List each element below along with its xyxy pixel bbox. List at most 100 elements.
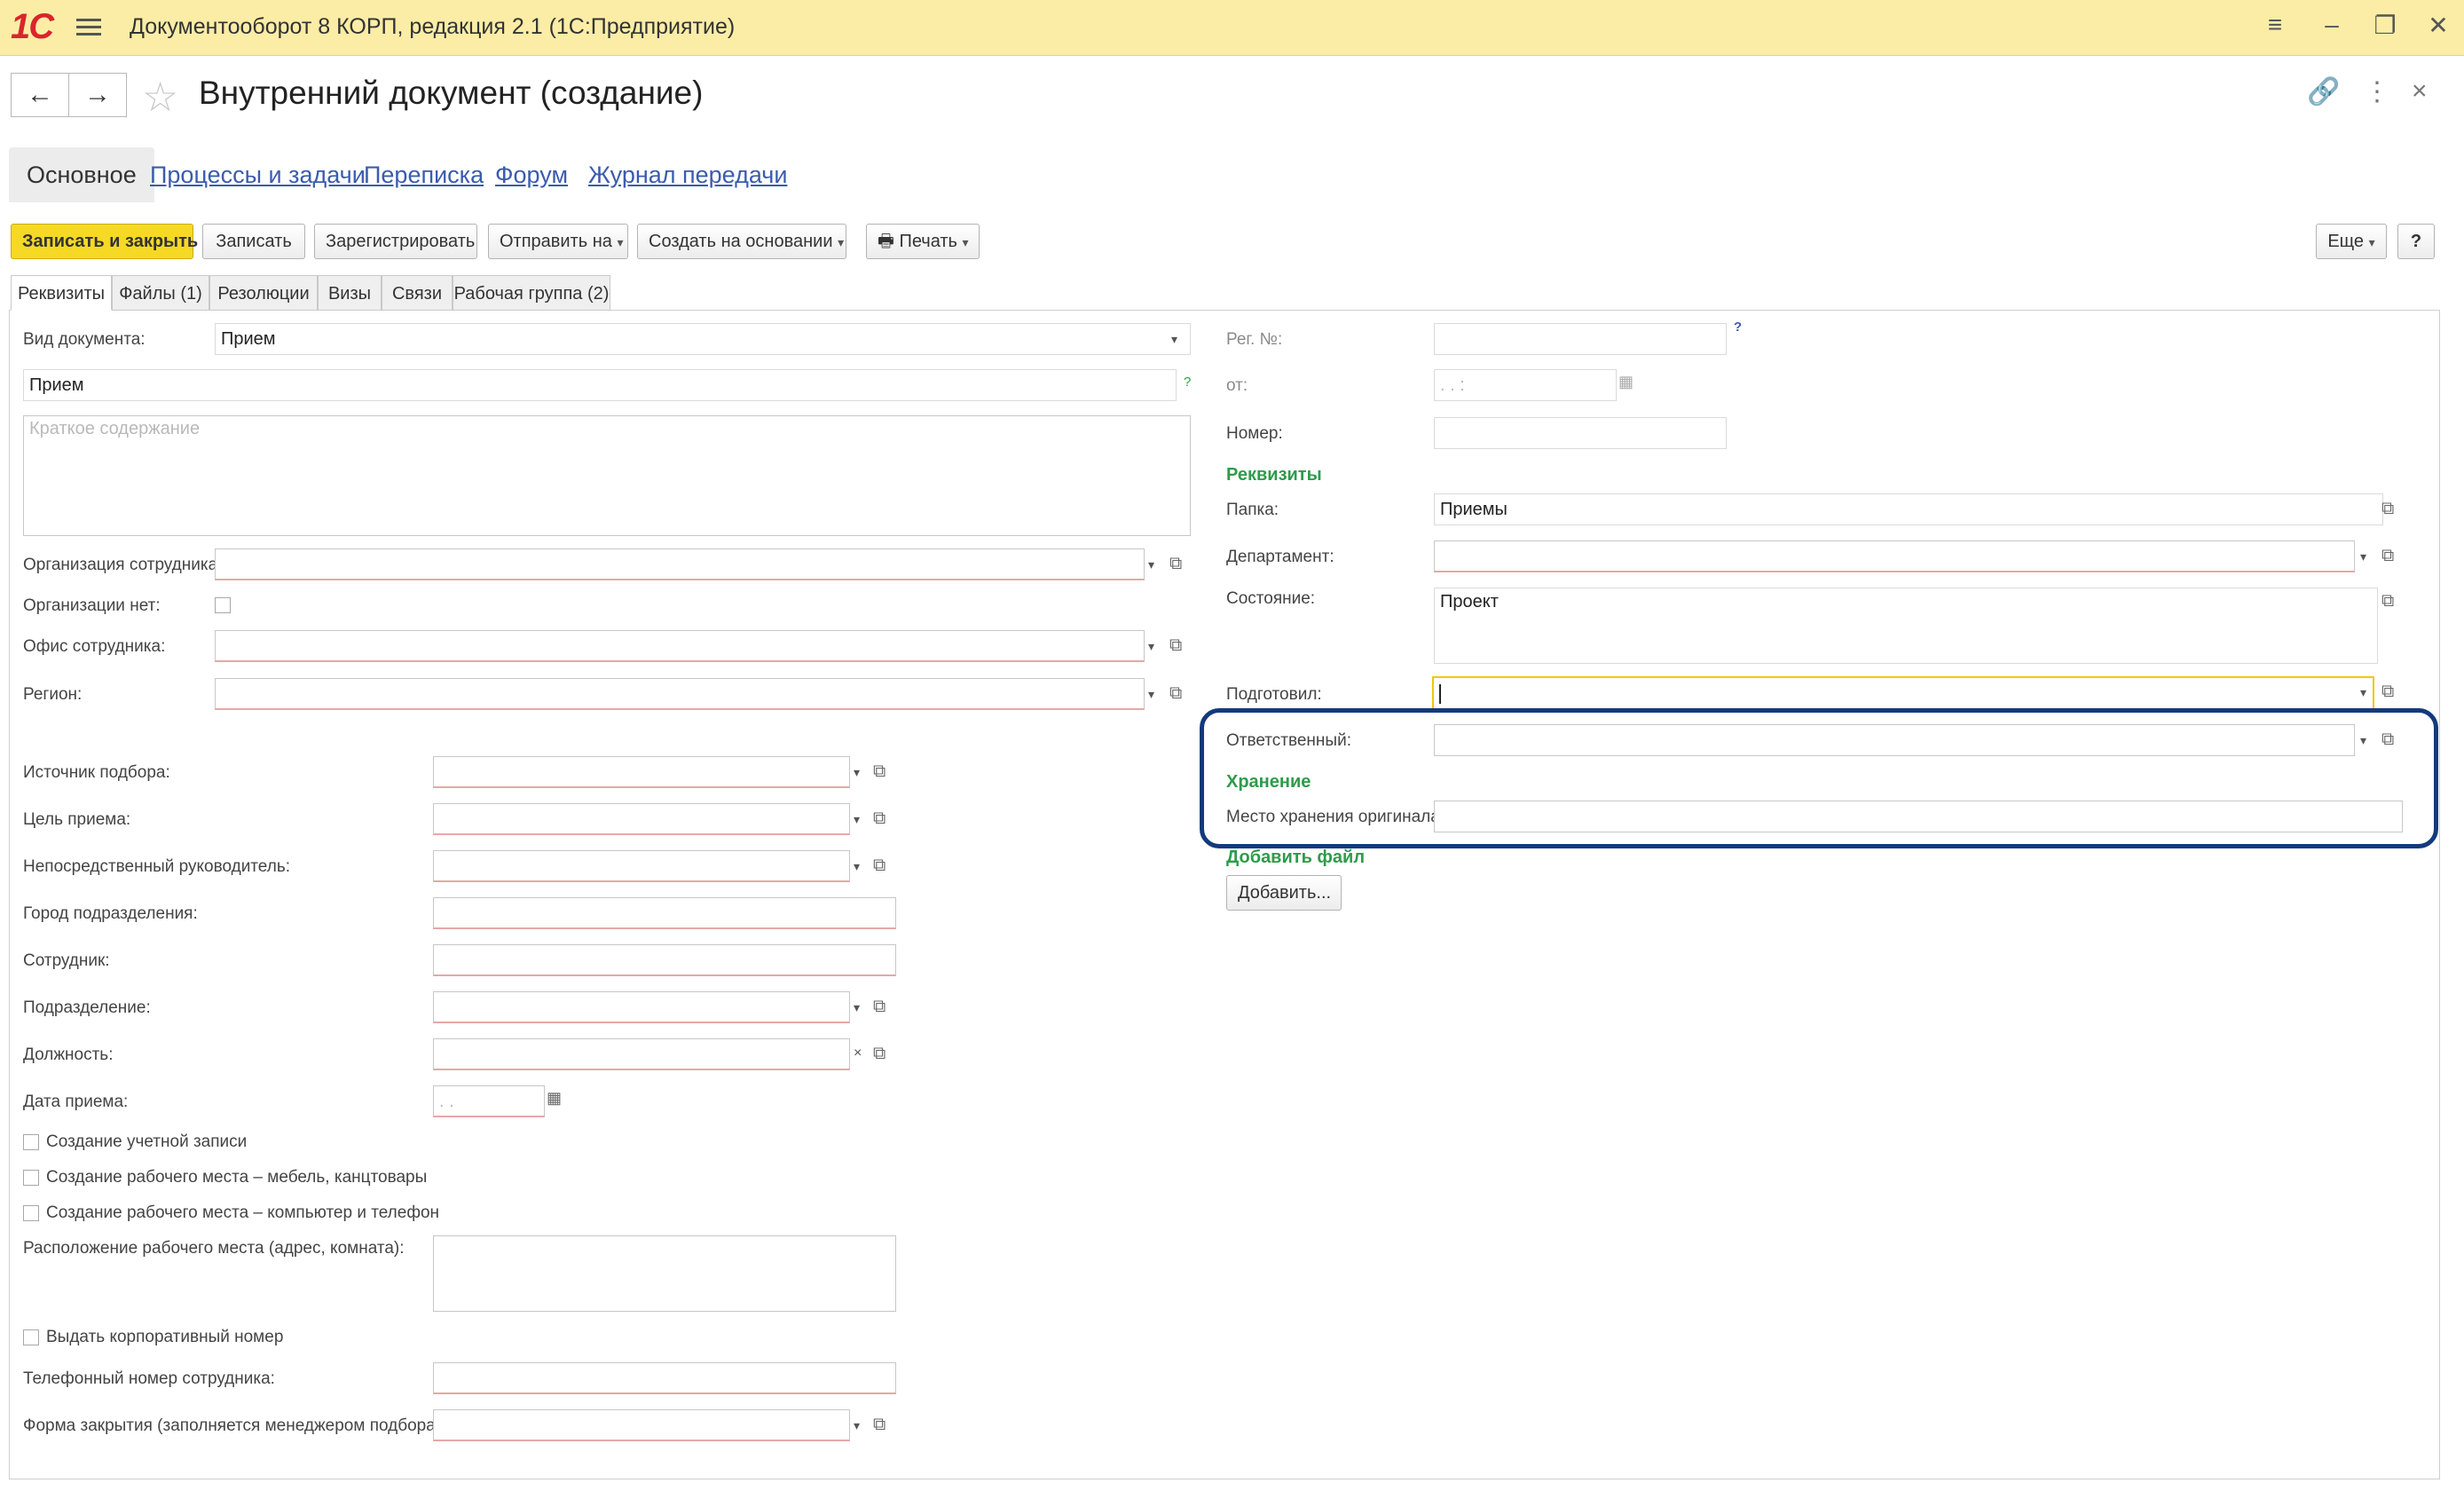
star-icon[interactable]: ☆ — [142, 73, 178, 121]
position-field[interactable] — [433, 1038, 850, 1070]
state-label: Состояние: — [1226, 589, 1316, 608]
subtab-workgroup[interactable]: Рабочая группа (2) — [453, 275, 610, 311]
create-based-button[interactable]: Создать на основании ▾ — [637, 224, 846, 259]
back-button[interactable]: ← — [11, 73, 69, 117]
employee-field[interactable] — [433, 944, 896, 976]
number-field[interactable] — [1434, 417, 1727, 449]
more-button[interactable]: Еще ▾ — [2316, 224, 2387, 259]
tab-forum[interactable]: Форум — [495, 147, 568, 202]
chevron-down-icon[interactable]: ▾ — [1148, 557, 1154, 572]
chevron-down-icon[interactable]: ▾ — [854, 812, 860, 827]
calendar-icon[interactable]: ▦ — [547, 1089, 562, 1108]
open-icon[interactable]: ⧉ — [2381, 682, 2394, 702]
help-mark-icon[interactable]: ? — [1734, 320, 1742, 335]
open-icon[interactable]: ⧉ — [873, 809, 886, 829]
goal-field[interactable] — [433, 803, 850, 835]
workplace-textarea[interactable] — [433, 1235, 896, 1312]
source-field[interactable] — [433, 756, 850, 788]
chevron-down-icon[interactable]: ▾ — [854, 1000, 860, 1015]
open-icon[interactable]: ⧉ — [873, 761, 886, 782]
chevron-down-icon[interactable]: ▾ — [2360, 685, 2366, 700]
tab-correspondence[interactable]: Переписка — [364, 147, 484, 202]
doc-type-field[interactable]: Прием — [215, 323, 1191, 355]
requisites-group-title: Реквизиты — [1226, 465, 1322, 485]
subtab-links[interactable]: Связи — [382, 275, 453, 311]
position-label: Должность: — [23, 1045, 114, 1064]
window-menu-icon[interactable]: ≡ — [2257, 11, 2293, 39]
add-file-button[interactable]: Добавить... — [1226, 875, 1342, 911]
phone-field[interactable] — [433, 1362, 896, 1394]
print-button[interactable]: 🖶 Печать ▾ — [866, 224, 980, 259]
tab-processes[interactable]: Процессы и задачи — [150, 147, 366, 202]
clear-icon[interactable]: × — [854, 1045, 862, 1061]
folder-field[interactable]: Приемы — [1434, 493, 2383, 525]
department-label: Подразделение: — [23, 998, 151, 1017]
main-menu-icon[interactable] — [76, 14, 101, 39]
city-field[interactable] — [433, 897, 896, 929]
chevron-down-icon[interactable]: ▾ — [854, 859, 860, 874]
department-field[interactable] — [433, 991, 850, 1023]
register-button[interactable]: Зарегистрировать — [314, 224, 477, 259]
computer-checkbox[interactable] — [23, 1205, 39, 1221]
tab-main[interactable]: Основное — [9, 147, 154, 202]
subtab-files[interactable]: Файлы (1) — [112, 275, 209, 311]
from-date-field: . . : — [1434, 369, 1617, 401]
minimize-button[interactable]: – — [2314, 11, 2350, 39]
hire-date-field[interactable]: . . — [433, 1085, 545, 1117]
open-icon[interactable]: ⧉ — [2381, 591, 2394, 611]
account-checkbox[interactable] — [23, 1134, 39, 1150]
open-icon[interactable]: ⧉ — [873, 856, 886, 876]
chevron-down-icon[interactable]: ▾ — [1148, 687, 1154, 702]
prepared-field[interactable] — [1432, 676, 2374, 710]
restore-button[interactable]: ❐ — [2367, 11, 2403, 40]
open-icon[interactable]: ⧉ — [1169, 554, 1182, 574]
save-close-button[interactable]: Записать и закрыть — [11, 224, 198, 259]
furniture-checkbox[interactable] — [23, 1170, 39, 1186]
open-icon[interactable]: ⧉ — [2381, 546, 2394, 566]
chevron-down-icon[interactable]: ▾ — [854, 1418, 860, 1433]
link-icon[interactable]: 🔗 — [2307, 76, 2340, 107]
subtab-visas[interactable]: Визы — [318, 275, 382, 311]
open-icon[interactable]: ⧉ — [873, 1044, 886, 1064]
department-right-field[interactable] — [1434, 540, 2355, 572]
open-icon[interactable]: ⧉ — [1169, 635, 1182, 656]
corp-number-checkbox-label: Выдать корпоративный номер — [46, 1328, 284, 1346]
corp-number-checkbox[interactable] — [23, 1329, 39, 1345]
open-icon[interactable]: ⧉ — [873, 997, 886, 1017]
chevron-down-icon[interactable]: ▾ — [854, 765, 860, 780]
subtab-requisites[interactable]: Реквизиты — [11, 275, 112, 311]
subtab-resolutions[interactable]: Резолюции — [209, 275, 318, 311]
closing-form-field[interactable] — [433, 1409, 850, 1441]
send-button[interactable]: Отправить на ▾ — [488, 224, 628, 259]
open-icon[interactable]: ⧉ — [2381, 499, 2394, 519]
forward-button[interactable]: → — [68, 73, 127, 117]
tab-transfer-log[interactable]: Журнал передачи — [588, 147, 787, 202]
title-field[interactable]: Прием — [23, 369, 1177, 401]
help-button[interactable]: ? — [2397, 224, 2435, 259]
save-button[interactable]: Записать — [202, 224, 305, 259]
office-label: Офис сотрудника: — [23, 637, 166, 656]
chevron-down-icon[interactable]: ▾ — [1171, 332, 1177, 347]
help-mark-icon[interactable]: ? — [1184, 375, 1191, 390]
open-icon[interactable]: ⧉ — [873, 1415, 886, 1435]
close-window-button[interactable]: ✕ — [2421, 11, 2456, 40]
highlight-frame — [1200, 708, 2438, 848]
city-label: Город подразделения: — [23, 904, 198, 923]
close-form-icon[interactable]: × — [2412, 76, 2428, 106]
chevron-down-icon[interactable]: ▾ — [1148, 639, 1154, 654]
app-title: Документооборот 8 КОРП, редакция 2.1 (1С… — [130, 14, 736, 39]
org-field[interactable] — [215, 548, 1145, 580]
chevron-down-icon[interactable]: ▾ — [2360, 549, 2366, 564]
summary-textarea[interactable]: Краткое содержание — [23, 415, 1191, 536]
print-label: Печать — [899, 232, 957, 251]
org-label: Организация сотрудника: — [23, 556, 223, 574]
region-field[interactable] — [215, 678, 1145, 710]
office-field[interactable] — [215, 630, 1145, 662]
department-right-label: Департамент: — [1226, 548, 1334, 566]
no-org-checkbox[interactable] — [215, 597, 231, 613]
account-checkbox-label: Создание учетной записи — [46, 1132, 248, 1151]
open-icon[interactable]: ⧉ — [1169, 683, 1182, 704]
more-label: Еще — [2327, 232, 2365, 251]
more-icon[interactable]: ⋮ — [2364, 76, 2390, 107]
manager-field[interactable] — [433, 850, 850, 882]
